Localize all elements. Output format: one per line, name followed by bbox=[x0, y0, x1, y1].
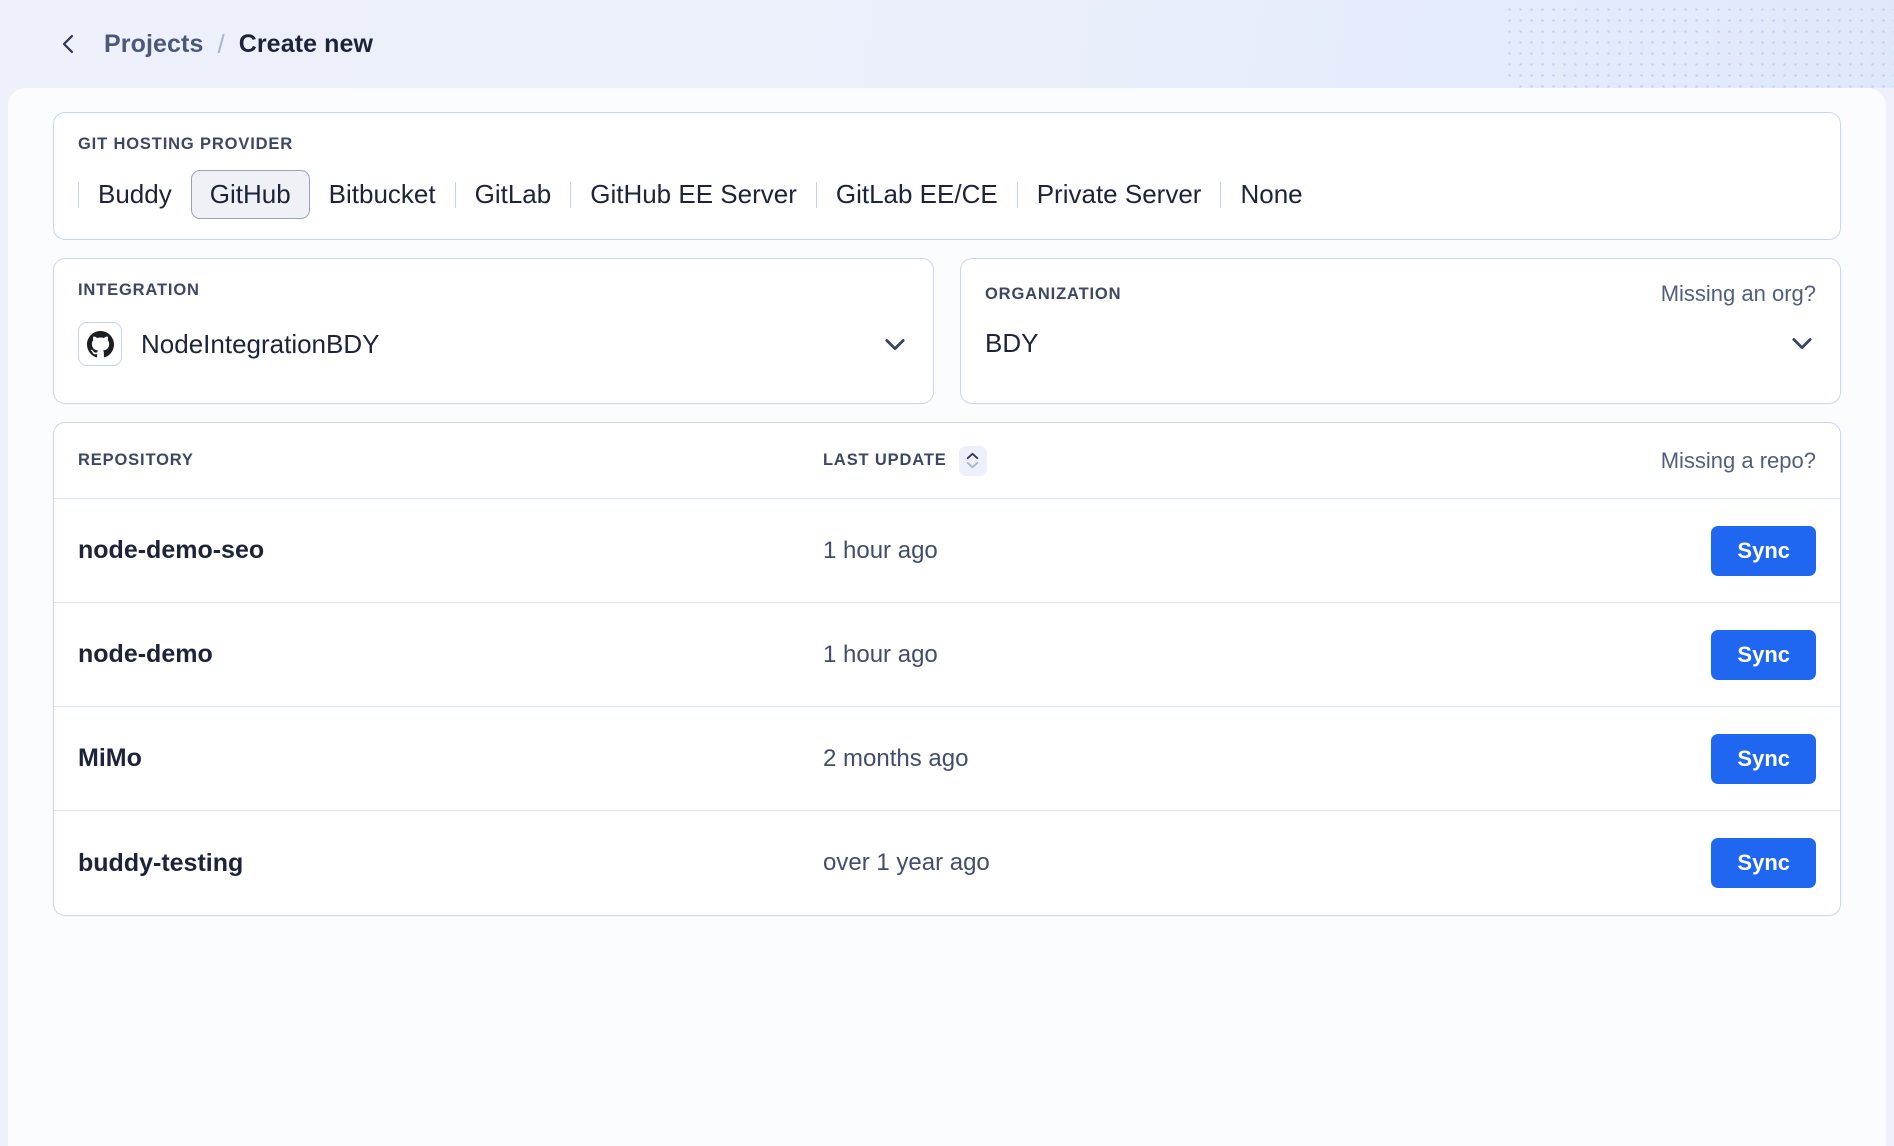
repository-help-cell: Missing a repo? bbox=[1616, 448, 1816, 474]
table-row: node-demo 1 hour ago Sync bbox=[54, 603, 1840, 708]
repository-last-update: over 1 year ago bbox=[823, 849, 990, 877]
repository-name: node-demo bbox=[78, 640, 213, 669]
column-header-last-update: LAST UPDATE bbox=[823, 445, 1616, 476]
sync-button[interactable]: Sync bbox=[1711, 733, 1816, 784]
missing-an-org-link[interactable]: Missing an org? bbox=[1661, 281, 1816, 307]
organization-select[interactable]: BDY bbox=[985, 329, 1816, 358]
integration-select[interactable]: NodeIntegrationBDY bbox=[78, 322, 909, 367]
breadcrumb-separator: / bbox=[217, 28, 225, 59]
provider-tab-gitlab[interactable]: GitLab bbox=[456, 170, 571, 219]
chevron-down-icon bbox=[881, 330, 909, 358]
chevron-left-icon bbox=[57, 32, 81, 56]
sort-ascending-icon[interactable] bbox=[958, 445, 987, 476]
provider-tab-github-ee-server[interactable]: GitHub EE Server bbox=[571, 170, 816, 219]
provider-tab-gitlab-ee-ce[interactable]: GitLab EE/CE bbox=[817, 170, 1017, 219]
column-header-last-update-label: LAST UPDATE bbox=[823, 451, 947, 470]
integration-label: INTEGRATION bbox=[78, 281, 200, 300]
chevron-down-icon bbox=[1788, 329, 1816, 357]
sync-button[interactable]: Sync bbox=[1711, 629, 1816, 680]
integration-value: NodeIntegrationBDY bbox=[141, 328, 380, 359]
repository-last-update: 1 hour ago bbox=[823, 640, 938, 668]
table-row: MiMo 2 months ago Sync bbox=[54, 707, 1840, 812]
organization-card: ORGANIZATION Missing an org? BDY bbox=[960, 258, 1841, 405]
main-content-surface: GIT HOSTING PROVIDER Buddy GitHub Bitbuc… bbox=[8, 88, 1886, 1146]
header-dot-pattern-decoration bbox=[1504, 0, 1894, 88]
missing-a-repo-link[interactable]: Missing a repo? bbox=[1661, 448, 1816, 474]
organization-card-header: ORGANIZATION Missing an org? bbox=[985, 281, 1816, 307]
organization-value: BDY bbox=[985, 328, 1039, 359]
column-header-repository: REPOSITORY bbox=[78, 451, 194, 470]
organization-label: ORGANIZATION bbox=[985, 284, 1122, 303]
page-title: Create new bbox=[238, 29, 374, 58]
integration-organization-row: INTEGRATION NodeIntegrationBDY ORGANIZAT… bbox=[53, 258, 1841, 405]
table-row: buddy-testing over 1 year ago Sync bbox=[54, 811, 1840, 915]
sync-button[interactable]: Sync bbox=[1711, 525, 1816, 576]
repository-name: buddy-testing bbox=[78, 848, 244, 877]
repository-last-update: 2 months ago bbox=[823, 744, 969, 772]
repository-name: MiMo bbox=[78, 744, 142, 773]
repository-name: node-demo-seo bbox=[78, 536, 265, 565]
integration-card-header: INTEGRATION bbox=[78, 281, 909, 300]
integration-card: INTEGRATION NodeIntegrationBDY bbox=[53, 258, 934, 405]
provider-tab-buddy[interactable]: Buddy bbox=[79, 170, 191, 219]
back-button[interactable] bbox=[56, 31, 82, 57]
sync-button[interactable]: Sync bbox=[1711, 838, 1816, 889]
git-hosting-provider-card: GIT HOSTING PROVIDER Buddy GitHub Bitbuc… bbox=[53, 112, 1841, 241]
provider-tab-bitbucket[interactable]: Bitbucket bbox=[310, 170, 455, 219]
table-row: node-demo-seo 1 hour ago Sync bbox=[54, 499, 1840, 604]
git-hosting-provider-tabs: Buddy GitHub Bitbucket GitLab GitHub EE … bbox=[78, 170, 1816, 220]
repository-action-cell: Sync bbox=[1616, 629, 1816, 680]
repository-last-update: 1 hour ago bbox=[823, 536, 938, 564]
repository-table-header: REPOSITORY LAST UPDATE Missing a repo? bbox=[54, 423, 1840, 500]
repository-action-cell: Sync bbox=[1616, 838, 1816, 889]
repository-action-cell: Sync bbox=[1616, 733, 1816, 784]
repository-table-card: REPOSITORY LAST UPDATE Missing a repo? n… bbox=[53, 422, 1841, 917]
provider-tab-none[interactable]: None bbox=[1221, 170, 1321, 219]
repository-action-cell: Sync bbox=[1616, 525, 1816, 576]
provider-tab-github[interactable]: GitHub bbox=[190, 170, 310, 220]
provider-tab-private-server[interactable]: Private Server bbox=[1018, 170, 1221, 219]
git-hosting-provider-label: GIT HOSTING PROVIDER bbox=[78, 135, 294, 153]
page-header: Projects / Create new bbox=[0, 0, 1894, 88]
github-icon bbox=[78, 322, 122, 367]
breadcrumb-projects-link[interactable]: Projects bbox=[104, 30, 203, 59]
